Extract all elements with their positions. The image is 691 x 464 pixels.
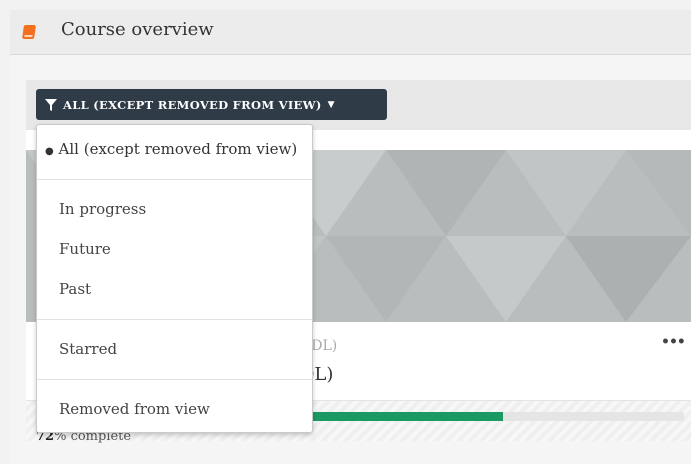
filter-option-label: All (except removed from view) bbox=[58, 140, 298, 158]
course-actions-menu-icon[interactable]: ••• bbox=[661, 334, 686, 350]
filter-label: ALL (EXCEPT REMOVED FROM VIEW) bbox=[63, 97, 322, 112]
caret-down-icon: ▼ bbox=[327, 99, 335, 110]
divider bbox=[37, 379, 312, 380]
filter-dropdown-button[interactable]: ALL (EXCEPT REMOVED FROM VIEW) ▼ bbox=[36, 89, 387, 120]
selected-bullet-icon: ● bbox=[45, 146, 54, 157]
filter-option-in-progress[interactable]: In progress bbox=[37, 194, 312, 224]
filter-icon bbox=[45, 98, 57, 111]
block-title: Course overview bbox=[61, 19, 214, 40]
filter-option-future[interactable]: Future bbox=[37, 234, 312, 264]
divider bbox=[37, 319, 312, 320]
filter-option-removed[interactable]: Removed from view bbox=[37, 394, 312, 424]
course-overview-header: Course overview bbox=[10, 10, 691, 55]
divider bbox=[37, 179, 312, 180]
filter-option-past[interactable]: Past bbox=[37, 274, 312, 304]
book-icon bbox=[22, 25, 36, 39]
filter-option-starred[interactable]: Starred bbox=[37, 334, 312, 364]
filter-option-all[interactable]: ● All (except removed from view) bbox=[37, 134, 312, 164]
filter-dropdown-menu: ● All (except removed from view) In prog… bbox=[36, 124, 313, 433]
